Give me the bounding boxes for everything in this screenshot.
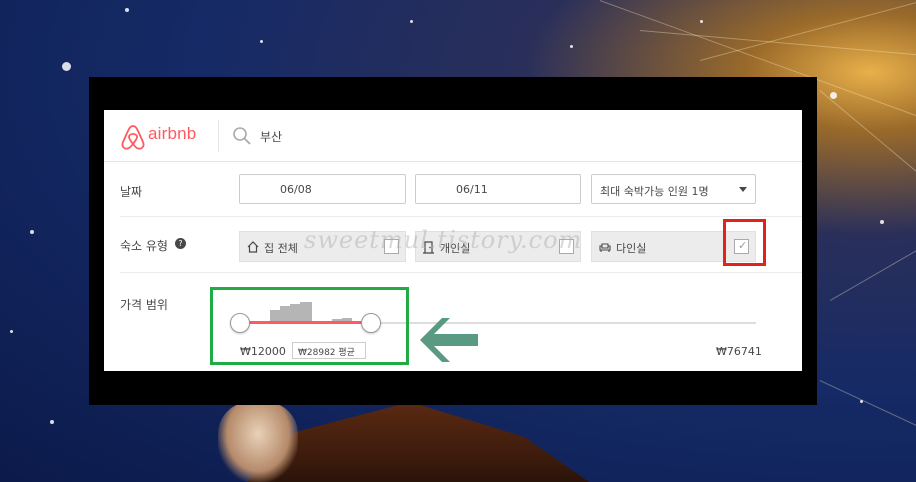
room-type-label: 숙소 유형 <box>120 239 168 253</box>
header-divider <box>218 120 219 152</box>
room-type-label-entire: 집 전체 <box>264 242 298 255</box>
search-input[interactable]: 부산 <box>260 128 282 145</box>
checkin-value: 06/08 <box>280 183 312 196</box>
airbnb-logo-icon[interactable] <box>120 123 146 151</box>
statue-face <box>218 402 298 482</box>
guests-value: 최대 숙박가능 인원 1명 <box>600 185 709 198</box>
home-icon <box>247 241 259 253</box>
guests-select[interactable]: 최대 숙박가능 인원 1명 <box>591 174 756 204</box>
sofa-icon <box>599 243 611 252</box>
help-icon[interactable]: ? <box>175 238 186 249</box>
chevron-down-icon <box>739 187 747 192</box>
checkout-field[interactable]: 06/11 <box>415 174 581 204</box>
red-highlight-box <box>723 219 766 266</box>
watermark-text: sweetmul.tistory.com <box>304 226 583 254</box>
search-icon <box>233 127 251 145</box>
price-range-label: 가격 범위 <box>120 298 168 312</box>
checkin-field[interactable]: 06/08 <box>239 174 406 204</box>
room-type-label-shared: 다인실 <box>616 242 647 255</box>
price-max-value: ₩76741 <box>716 345 762 358</box>
green-highlight-box <box>210 287 409 365</box>
row-divider <box>120 272 802 273</box>
checkout-value: 06/11 <box>456 183 488 196</box>
brand-name[interactable]: airbnb <box>148 124 196 144</box>
row-divider <box>120 216 802 217</box>
date-label: 날짜 <box>120 185 143 199</box>
arrow-left-icon <box>420 318 478 362</box>
header-bar: airbnb 부산 <box>104 110 802 162</box>
